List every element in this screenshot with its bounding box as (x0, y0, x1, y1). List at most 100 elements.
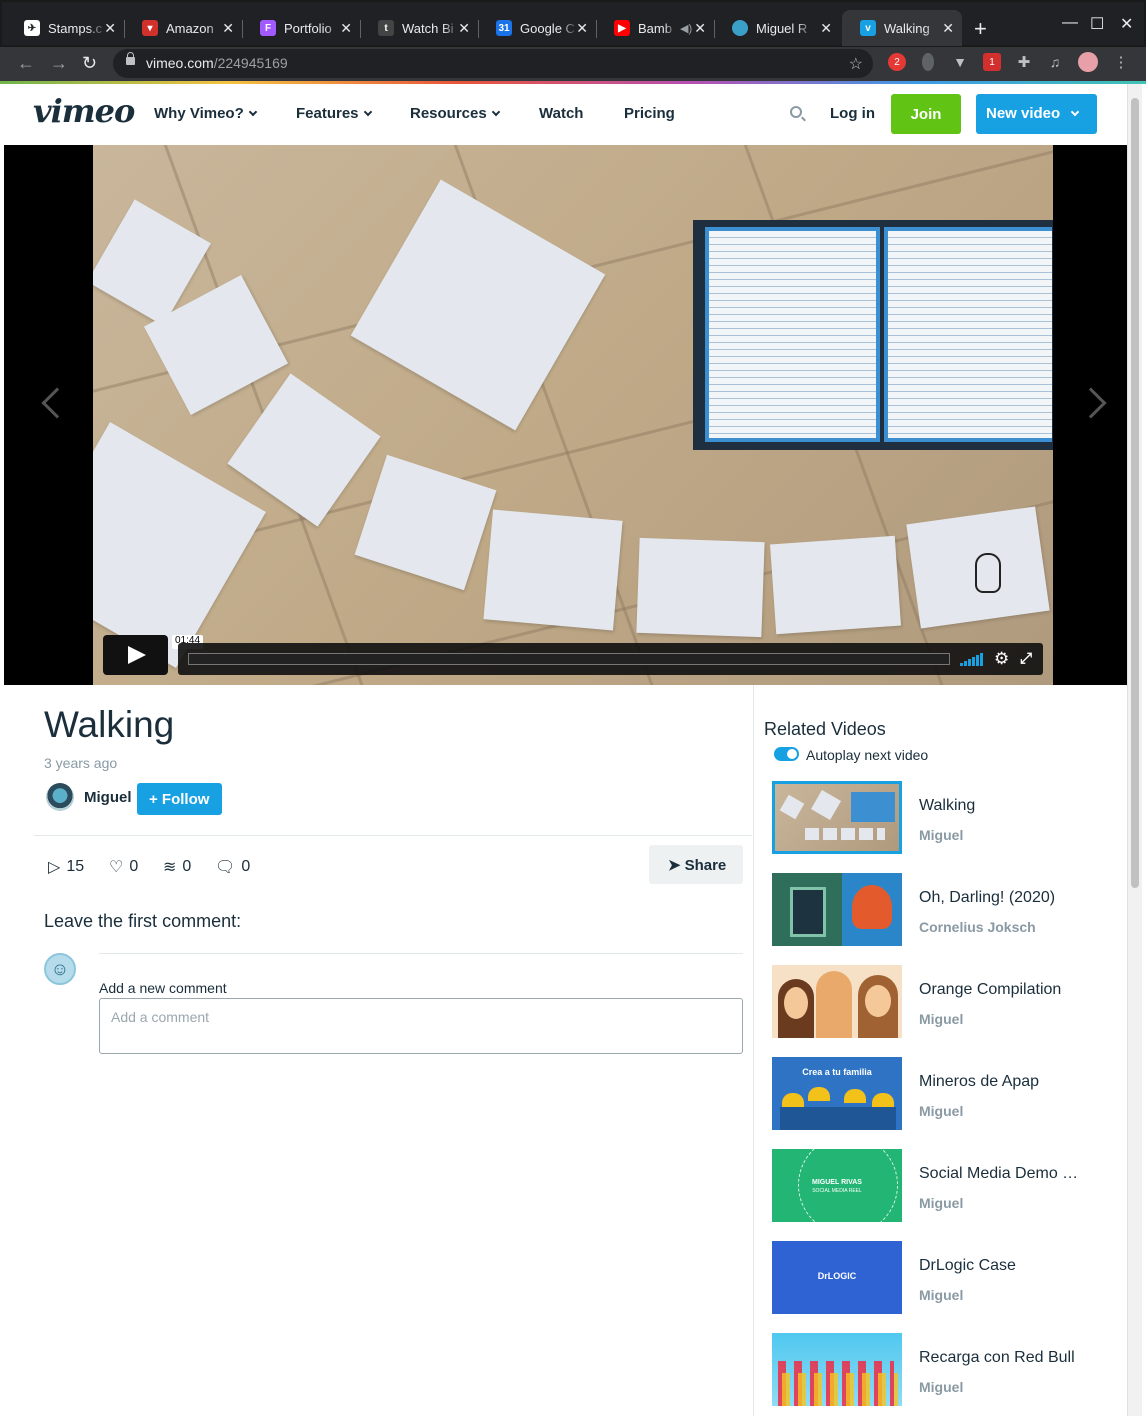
nav-resources[interactable]: Resources (410, 105, 500, 122)
video-thumbnail[interactable]: DrLOGIC (772, 1241, 902, 1314)
nav-watch[interactable]: Watch (539, 105, 583, 122)
close-tab-icon[interactable]: ✕ (222, 20, 234, 37)
related-title[interactable]: Social Media Demo Reel (919, 1165, 1079, 1183)
video-thumbnail[interactable] (772, 1333, 902, 1406)
close-tab-icon[interactable]: ✕ (458, 20, 470, 37)
fullscreen-icon[interactable]: ⤢ (1020, 650, 1032, 667)
browser-tab[interactable]: ▶ Bamb ◀) ✕ (596, 10, 715, 46)
new-video-button[interactable]: New video (976, 94, 1097, 134)
page-scrollbar[interactable] (1127, 84, 1142, 1416)
url-text: vimeo.com/224945169 (146, 55, 288, 71)
close-tab-icon[interactable]: ✕ (694, 20, 706, 37)
video-player[interactable]: ❤ ◷ ≋ ➤ 01:44 ⚙ ⤢ (4, 145, 1127, 685)
close-tab-icon[interactable]: ✕ (942, 20, 954, 37)
close-window-icon[interactable]: ✕ (1120, 14, 1133, 34)
close-tab-icon[interactable]: ✕ (576, 20, 588, 37)
nav-why-vimeo[interactable]: Why Vimeo? (154, 105, 257, 122)
related-author[interactable]: Miguel (919, 1195, 963, 1211)
collections-stat[interactable]: ≋ 0 (163, 857, 191, 877)
related-author[interactable]: Miguel (919, 1103, 963, 1119)
autoplay-toggle[interactable] (774, 747, 799, 761)
close-tab-icon[interactable]: ✕ (340, 20, 352, 37)
author-avatar[interactable] (46, 783, 74, 811)
back-icon[interactable]: ← (17, 53, 35, 74)
related-author[interactable]: Cornelius Joksch (919, 919, 1036, 935)
related-author[interactable]: Miguel (919, 827, 963, 843)
related-title[interactable]: Walking (919, 797, 1079, 815)
author-name[interactable]: Miguel (84, 789, 132, 806)
related-title[interactable]: Recarga con Red Bull (919, 1349, 1079, 1367)
related-video-item[interactable]: Crea a tu familia Mineros de Apap Miguel (772, 1057, 1102, 1131)
bookmark-star-icon[interactable]: ☆ (849, 54, 863, 74)
browser-tab-strip: ✈ Stamps.c ✕ ▾ Amazon ✕ F Portfolio ✕ t … (0, 0, 1146, 47)
chevron-down-icon (1070, 107, 1080, 117)
comments-heading: Leave the first comment: (44, 911, 242, 931)
extension-calendar-icon[interactable]: 1 (983, 53, 1001, 71)
close-tab-icon[interactable]: ✕ (104, 20, 116, 37)
likes-stat[interactable]: ♡ 0 (109, 857, 138, 877)
comments-stat[interactable]: 🗨 0 (215, 857, 250, 877)
browser-tab[interactable]: 31 Google C ✕ (478, 10, 597, 46)
browser-tab[interactable]: Miguel R ✕ (714, 10, 840, 46)
address-bar[interactable]: vimeo.com/224945169 ☆ (113, 49, 873, 78)
related-video-item[interactable]: Walking Miguel (772, 781, 1102, 855)
extensions-puzzle-icon[interactable]: ✚ (1015, 53, 1033, 71)
related-title[interactable]: Orange Compilation (919, 981, 1079, 999)
new-tab-icon[interactable]: + (974, 16, 987, 42)
follow-button[interactable]: + Follow (137, 783, 222, 815)
volume-icon[interactable] (960, 643, 986, 675)
audio-playing-icon[interactable]: ◀) (680, 22, 692, 35)
related-video-item[interactable]: Oh, Darling! (2020) Cornelius Joksch (772, 873, 1102, 947)
related-author[interactable]: Miguel (919, 1011, 963, 1027)
browser-tab[interactable]: ▾ Amazon ✕ (124, 10, 243, 46)
search-icon[interactable] (790, 106, 802, 118)
maximize-icon[interactable]: ☐ (1090, 14, 1104, 34)
nav-features[interactable]: Features (296, 105, 372, 122)
progress-bar[interactable] (188, 653, 950, 665)
play-button[interactable] (103, 635, 168, 675)
extension-adblock-icon[interactable]: 2 (888, 53, 906, 71)
share-button[interactable]: ➤ Share (649, 845, 743, 884)
menu-dots-icon[interactable]: ⋮ (1112, 53, 1130, 71)
next-video-arrow-icon[interactable] (1075, 387, 1107, 419)
nav-pricing[interactable]: Pricing (624, 105, 675, 122)
browser-tab[interactable]: t Watch Bi ✕ (360, 10, 479, 46)
related-video-item[interactable]: MIGUEL RIVAS SOCIAL MEDIA REEL Social Me… (772, 1149, 1102, 1223)
minimize-icon[interactable]: — (1062, 14, 1078, 32)
commenter-avatar-icon: ☺ (44, 953, 76, 985)
browser-tab-active[interactable]: v Walking ✕ (842, 10, 962, 46)
settings-gear-icon[interactable]: ⚙ (994, 649, 1009, 669)
comment-input[interactable] (99, 998, 743, 1054)
video-thumbnail[interactable]: MIGUEL RIVAS SOCIAL MEDIA REEL (772, 1149, 902, 1222)
login-link[interactable]: Log in (830, 105, 875, 122)
related-title[interactable]: Oh, Darling! (2020) (919, 889, 1079, 907)
media-control-icon[interactable]: ♫ (1046, 53, 1064, 71)
related-video-item[interactable]: Recarga con Red Bull Miguel (772, 1333, 1102, 1407)
video-frame[interactable]: ❤ ◷ ≋ ➤ (93, 145, 1053, 685)
previous-video-arrow-icon[interactable] (41, 387, 73, 419)
scrollbar-thumb[interactable] (1131, 98, 1139, 888)
join-button[interactable]: Join (891, 94, 961, 134)
extension-lamp-icon[interactable] (922, 53, 934, 71)
related-video-item[interactable]: Orange Compilation Miguel (772, 965, 1102, 1039)
chevron-down-icon (248, 107, 257, 117)
related-author[interactable]: Miguel (919, 1379, 963, 1395)
plays-stat: ▷ 15 (48, 858, 85, 876)
related-title[interactable]: Mineros de Apap (919, 1073, 1079, 1091)
related-author[interactable]: Miguel (919, 1287, 963, 1303)
extension-vpn-icon[interactable]: ▼ (951, 53, 969, 71)
video-thumbnail[interactable] (772, 781, 902, 854)
profile-avatar-icon[interactable] (1078, 52, 1098, 72)
related-video-item[interactable]: DrLOGIC DrLogic Case Miguel (772, 1241, 1102, 1315)
forward-icon[interactable]: → (50, 53, 68, 74)
figma-icon: F (260, 20, 276, 36)
reload-icon[interactable]: ↻ (82, 53, 97, 74)
video-thumbnail[interactable]: Crea a tu familia (772, 1057, 902, 1130)
browser-tab[interactable]: ✈ Stamps.c ✕ (6, 10, 125, 46)
related-title[interactable]: DrLogic Case (919, 1257, 1079, 1275)
video-thumbnail[interactable] (772, 873, 902, 946)
vimeo-logo[interactable]: vimeo (33, 92, 135, 130)
close-tab-icon[interactable]: ✕ (820, 20, 832, 37)
browser-tab[interactable]: F Portfolio ✕ (242, 10, 361, 46)
video-thumbnail[interactable] (772, 965, 902, 1038)
